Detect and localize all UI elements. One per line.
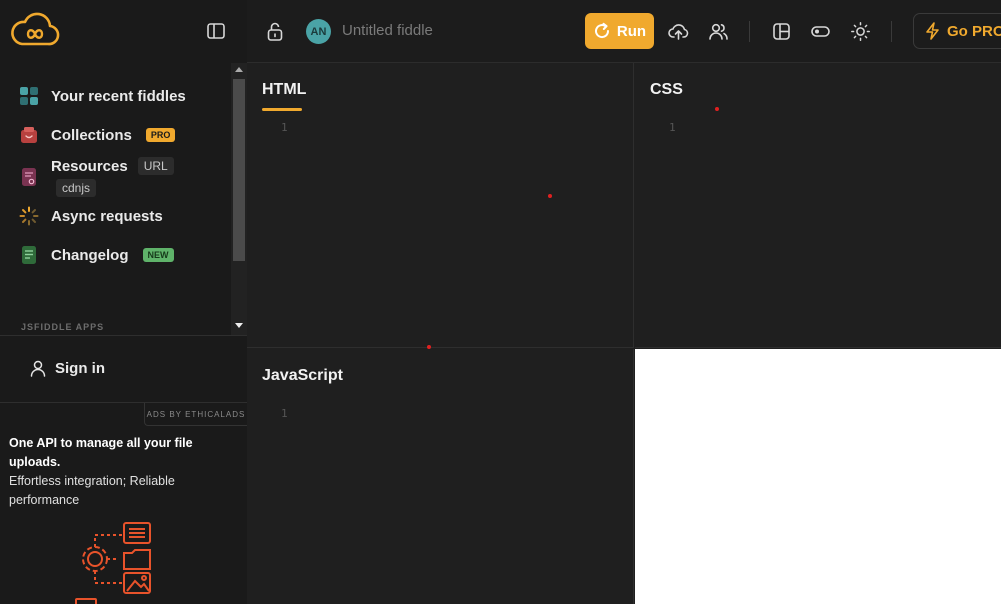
active-tab-indicator (262, 108, 302, 111)
cloud-upload-icon[interactable] (668, 21, 689, 42)
sidebar-item-changelog[interactable]: Changelog NEW (19, 245, 174, 265)
sidebar-divider (0, 335, 247, 336)
js-editor-panel: JavaScript 1 (247, 349, 634, 604)
sidebar-scrollbar[interactable] (231, 63, 247, 335)
top-bar: AN Untitled fiddle Run Go PRO (0, 0, 1001, 63)
folder-icon (21, 127, 37, 143)
ad-description[interactable]: Effortless integration; Reliable perform… (9, 472, 209, 510)
resources-icon (22, 168, 36, 186)
document-icon (22, 246, 36, 264)
go-pro-label: Go PRO (947, 22, 1001, 40)
layout-icon[interactable] (771, 21, 792, 42)
sidebar-item-recent-fiddles[interactable]: Your recent fiddles (19, 86, 186, 106)
line-number: 1 (281, 407, 288, 420)
jsfiddle-logo-icon[interactable] (10, 12, 60, 50)
css-editor-panel: CSS 1 (635, 63, 1001, 348)
sidebar-nav: Your recent fiddles Collections PRO Reso… (0, 63, 231, 335)
cdnjs-tag[interactable]: cdnjs (56, 179, 97, 197)
run-button[interactable]: Run (585, 13, 654, 49)
go-pro-button[interactable]: Go PRO (913, 13, 1001, 49)
fiddle-title[interactable]: Untitled fiddle (342, 22, 433, 39)
sidebar-item-label: Your recent fiddles (51, 87, 186, 105)
sidebar: Your recent fiddles Collections PRO Reso… (0, 63, 247, 604)
js-editor-title[interactable]: JavaScript (262, 367, 343, 385)
sidebar-item-label: Async requests (51, 207, 163, 225)
spinner-icon (19, 206, 39, 226)
sidebar-item-label: Collections (51, 126, 132, 144)
new-badge: NEW (142, 248, 174, 262)
result-output-panel[interactable] (635, 349, 1001, 604)
sign-in-label: Sign in (55, 359, 105, 377)
toggle-icon[interactable] (810, 21, 831, 42)
cursor-marker-dot (548, 194, 552, 198)
html-editor-panel: HTML 1 (247, 63, 634, 349)
run-button-label: Run (616, 22, 647, 40)
section-label-apps: JSFIDDLE APPS (21, 322, 105, 332)
sign-in-button[interactable]: Sign in (29, 359, 105, 377)
ad-illustration-icon[interactable] (72, 521, 162, 604)
scroll-thumb[interactable] (233, 79, 245, 261)
html-code-area[interactable] (302, 115, 633, 347)
cursor-marker-dot (715, 107, 719, 111)
ad-panel[interactable]: ADS BY ETHICALADS One API to manage all … (0, 402, 247, 604)
collaborate-users-icon[interactable] (708, 21, 729, 42)
sidebar-toggle-icon[interactable] (206, 21, 226, 41)
sidebar-item-collections[interactable]: Collections PRO (19, 125, 176, 145)
avatar[interactable]: AN (306, 19, 331, 44)
resources-group: Resources URL cdnjs (51, 157, 174, 197)
jsfiddle-app: AN Untitled fiddle Run Go PRO Your recen… (0, 0, 1001, 604)
sun-theme-icon[interactable] (850, 21, 871, 42)
sidebar-item-label: Resources (51, 157, 128, 175)
sidebar-item-label: Changelog (51, 246, 129, 264)
url-tag[interactable]: URL (137, 157, 174, 175)
sidebar-item-async-requests[interactable]: Async requests (19, 206, 163, 226)
ads-by-tag[interactable]: ADS BY ETHICALADS (144, 403, 247, 426)
toolbar-divider (891, 21, 892, 42)
user-icon (30, 360, 46, 377)
sidebar-item-resources[interactable]: Resources URL cdnjs (19, 157, 174, 197)
grid-icon (20, 87, 38, 105)
lightning-icon (926, 22, 939, 40)
scroll-up-arrow-icon[interactable] (235, 67, 243, 72)
toolbar-divider (749, 21, 750, 42)
css-editor-title[interactable]: CSS (650, 81, 683, 99)
resources-row: Resources URL (51, 157, 174, 175)
refresh-icon (594, 22, 609, 39)
lock-icon[interactable] (265, 21, 285, 42)
line-number: 1 (281, 121, 288, 134)
ad-title[interactable]: One API to manage all your file uploads. (9, 434, 219, 472)
line-number: 1 (669, 121, 676, 134)
html-editor-title[interactable]: HTML (262, 81, 306, 99)
pro-badge: PRO (145, 128, 176, 142)
js-code-area[interactable] (302, 401, 633, 604)
scroll-down-arrow-icon[interactable] (235, 323, 243, 328)
css-code-area[interactable] (690, 115, 1001, 347)
